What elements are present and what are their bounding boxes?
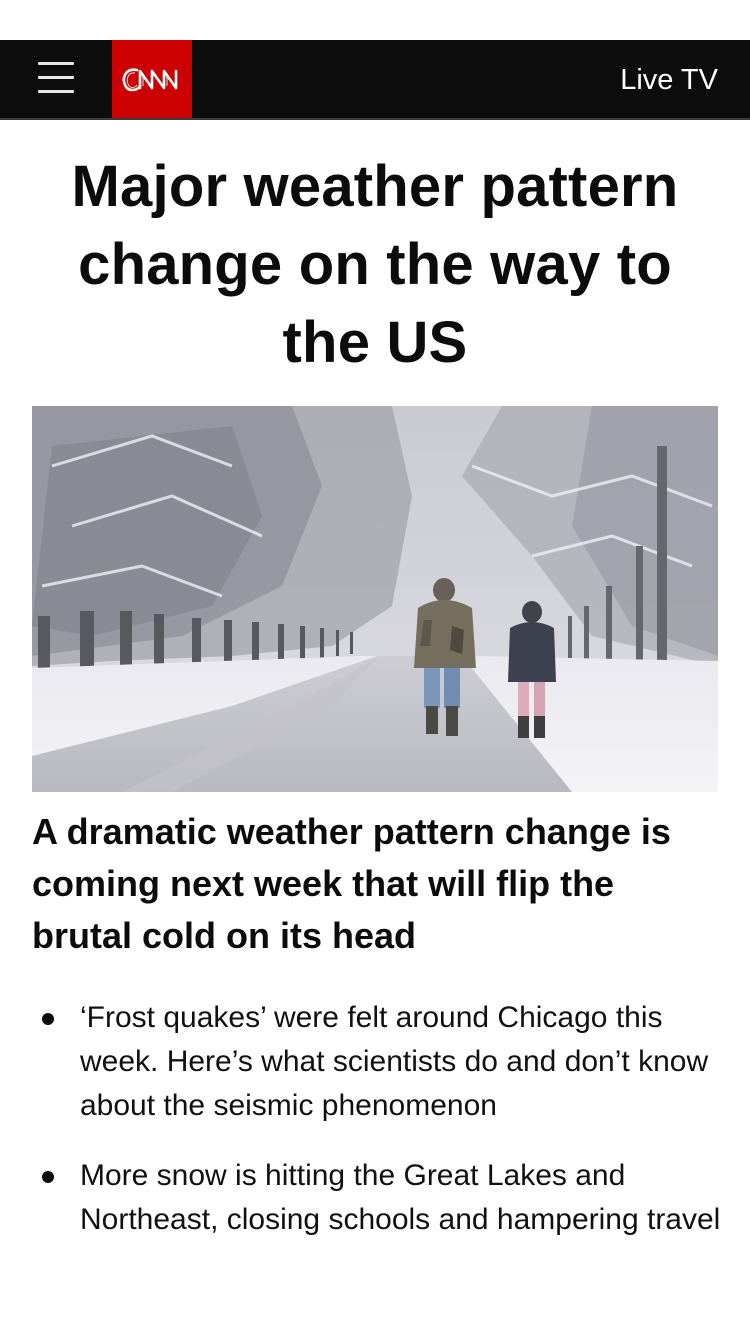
article-subheadline[interactable]: A dramatic weather pattern change is com… bbox=[32, 806, 722, 962]
related-links-list: ‘Frost quakes’ were felt around Chicago … bbox=[0, 996, 750, 1268]
hamburger-menu-icon[interactable] bbox=[38, 60, 74, 96]
snowy-road-photo bbox=[32, 406, 718, 792]
article-headline[interactable]: Major weather pattern change on the way … bbox=[40, 148, 710, 382]
bullet-dot-icon bbox=[42, 1171, 54, 1183]
related-link-item[interactable]: More snow is hitting the Great Lakes and… bbox=[0, 1154, 750, 1242]
cnn-logo[interactable] bbox=[112, 40, 192, 118]
top-navigation-bar: Live TV bbox=[0, 40, 750, 120]
bullet-dot-icon bbox=[42, 1013, 54, 1025]
related-link-text[interactable]: More snow is hitting the Great Lakes and… bbox=[80, 1159, 720, 1236]
live-tv-link[interactable]: Live TV bbox=[620, 40, 718, 118]
article-hero-image[interactable] bbox=[32, 406, 718, 792]
cnn-logo-icon bbox=[122, 68, 178, 92]
related-link-item[interactable]: ‘Frost quakes’ were felt around Chicago … bbox=[0, 996, 750, 1128]
related-link-text[interactable]: ‘Frost quakes’ were felt around Chicago … bbox=[80, 1001, 708, 1122]
